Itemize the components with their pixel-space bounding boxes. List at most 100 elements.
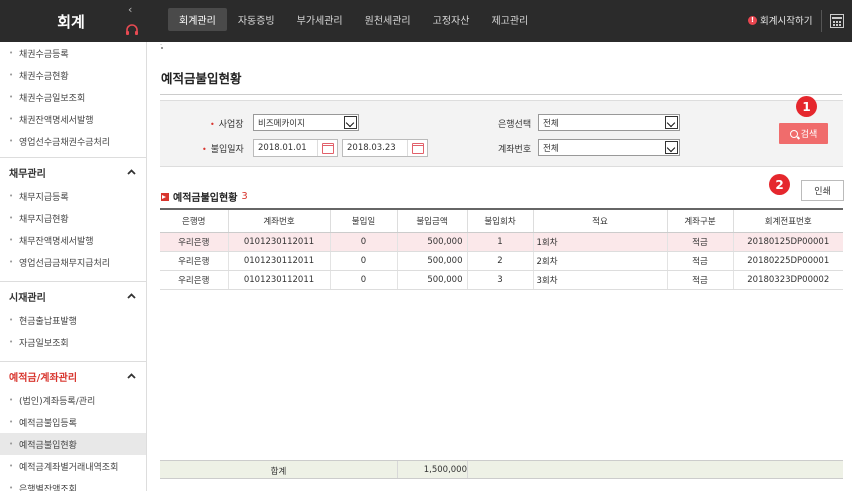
search-button[interactable]: 검색 — [779, 123, 828, 144]
sidebar-item[interactable]: 채무지급현황 — [0, 207, 146, 229]
table-cell: 우리은행 — [160, 232, 229, 252]
tab-auto-evidence[interactable]: 자동증빙 — [227, 8, 286, 31]
table-cell: 0 — [330, 270, 398, 290]
table-cell: 적금 — [667, 270, 734, 290]
chevron-down-icon — [665, 141, 678, 154]
sidebar-item[interactable]: 은행별잔액조회 — [0, 477, 146, 491]
sidebar-collapse-icon[interactable]: ‹ — [128, 3, 132, 16]
tab-accounting[interactable]: 회계관리 — [168, 8, 227, 31]
column-header[interactable]: 계좌번호 — [228, 208, 331, 233]
sidebar-item[interactable]: 채권수금일보조회 — [0, 86, 146, 108]
chevron-down-icon — [665, 116, 678, 129]
search-button-label: 검색 — [800, 130, 818, 140]
table-cell: 0101230112011 — [228, 270, 331, 290]
table-row[interactable]: 우리은행 0101230112011 0 500,000 1 1회차 적금 20… — [160, 232, 843, 252]
workplace-select[interactable]: 비즈메카이지 — [253, 114, 359, 131]
calendar-icon[interactable] — [317, 140, 337, 156]
sidebar-section-label: 채무관리 — [9, 169, 46, 180]
date-to-input[interactable]: 2018.03.23 — [342, 139, 428, 157]
table-cell: 적금 — [667, 232, 734, 252]
date-from-input[interactable]: 2018.01.01 — [253, 139, 338, 157]
chevron-down-icon — [344, 116, 357, 129]
page-title: 예적금불입현황 — [161, 71, 242, 86]
chevron-up-icon — [127, 293, 136, 299]
sidebar-section-debt[interactable]: 채무관리 — [0, 157, 146, 187]
column-header[interactable]: 계좌구분 — [667, 208, 734, 233]
table-header-row: 은행명 계좌번호 불입일 불입금액 불입회차 적요 계좌구분 회계전표번호 — [160, 208, 843, 233]
sidebar-item[interactable]: 채무잔액명세서발행 — [0, 229, 146, 251]
sidebar-section-cash[interactable]: 시재관리 — [0, 281, 146, 311]
sidebar-item[interactable]: 채권잔액명세서발행 — [0, 108, 146, 130]
required-icon: • — [202, 145, 207, 154]
bank-select[interactable]: 전체 — [538, 114, 680, 131]
date-value: 2018.01.01 — [258, 143, 307, 153]
headset-icon[interactable] — [125, 24, 139, 36]
table-cell: 우리은행 — [160, 251, 229, 271]
total-label: 합계 — [270, 467, 287, 477]
table-cell: 0 — [330, 251, 398, 271]
sidebar-item[interactable]: (법인)계좌등록/관리 — [0, 389, 146, 411]
sidebar-section-deposits[interactable]: 예적금/계좌관리 — [0, 361, 146, 391]
chevron-up-icon — [127, 373, 136, 379]
sidebar-item[interactable]: 채권수금현황 — [0, 64, 146, 86]
divider — [160, 94, 842, 95]
result-count: 3 — [241, 191, 248, 202]
main-content: - 예적금불입현황 • 사업장 비즈메카이지 • 불입일자 2018.01.01 2… — [147, 41, 852, 491]
sidebar-item[interactable]: 영업선급금채무지급처리 — [0, 251, 146, 273]
sidebar-item[interactable]: 채무지급등록 — [0, 185, 146, 207]
select-value: 비즈메카이지 — [258, 118, 305, 129]
print-button[interactable]: 인쇄 — [801, 180, 844, 201]
column-header[interactable]: 불입회차 — [467, 208, 534, 233]
search-panel: • 사업장 비즈메카이지 • 불입일자 2018.01.01 2018.03.23 … — [160, 100, 843, 167]
table-row[interactable]: 우리은행 0101230112011 0 500,000 3 3회차 적금 20… — [160, 270, 843, 290]
column-header[interactable]: 불입금액 — [397, 208, 468, 233]
account-select[interactable]: 전체 — [538, 139, 680, 156]
result-table: 은행명 계좌번호 불입일 불입금액 불입회차 적요 계좌구분 회계전표번호 우리… — [160, 208, 843, 290]
total-amount: 1,500,000 — [423, 465, 467, 475]
annotation-badge-1: 1 — [796, 96, 817, 117]
label-text: 사업장 — [218, 120, 244, 130]
column-header[interactable]: 회계전표번호 — [733, 208, 843, 233]
table-cell: 우리은행 — [160, 270, 229, 290]
table-cell: 1 — [467, 232, 534, 252]
tab-vat[interactable]: 부가세관리 — [286, 8, 354, 31]
sidebar-item-selected[interactable]: 예적금불입현황 — [0, 433, 146, 455]
table-cell: 0 — [330, 232, 398, 252]
calculator-icon[interactable] — [830, 14, 844, 28]
bank-label: 은행선택 — [498, 120, 532, 130]
sidebar: 채권수금등록 채권수금현황 채권수금일보조회 채권잔액명세서발행 영업선수금채권… — [0, 42, 147, 491]
table-cell: 0101230112011 — [228, 232, 331, 252]
alert-icon: ! — [748, 15, 757, 25]
chevron-up-icon — [127, 169, 136, 175]
tab-fixed-assets[interactable]: 고정자산 — [422, 8, 481, 31]
sidebar-item[interactable]: 채권수금등록 — [0, 42, 146, 64]
sidebar-item[interactable]: 예적금계좌별거래내역조회 — [0, 455, 146, 477]
column-header[interactable]: 적요 — [533, 208, 668, 233]
workplace-label: • 사업장 — [210, 117, 244, 130]
table-cell: 3회차 — [533, 270, 668, 290]
sidebar-section-label: 예적금/계좌관리 — [9, 373, 78, 384]
tab-inventory[interactable]: 제고관리 — [480, 8, 539, 31]
divider — [821, 10, 822, 32]
table-cell: 500,000 — [397, 251, 468, 271]
table-cell: 3 — [467, 270, 534, 290]
table-row[interactable]: 우리은행 0101230112011 0 500,000 2 2회차 적금 20… — [160, 251, 843, 271]
start-accounting-link[interactable]: ! 회계시작하기 — [748, 13, 812, 27]
sidebar-item[interactable]: 영업선수금채권수금처리 — [0, 130, 146, 152]
column-header[interactable]: 불입일 — [330, 208, 398, 233]
sidebar-item[interactable]: 자금일보조회 — [0, 331, 146, 353]
tab-withholding[interactable]: 원천세관리 — [354, 8, 422, 31]
divider — [467, 461, 468, 478]
table-cell: 2 — [467, 251, 534, 271]
sidebar-item[interactable]: 현금출납표발행 — [0, 309, 146, 331]
table-cell: 20180225DP00001 — [733, 251, 843, 271]
section-arrow-icon — [161, 192, 169, 201]
calendar-icon[interactable] — [407, 140, 427, 156]
column-header[interactable]: 은행명 — [160, 208, 229, 233]
sidebar-item[interactable]: 예적금불입등록 — [0, 411, 146, 433]
table-cell: 2회차 — [533, 251, 668, 271]
top-bar: 회계 ‹ 회계관리 자동증빙 부가세관리 원천세관리 고정자산 제고관리 ! 회… — [0, 0, 852, 42]
select-value: 전체 — [543, 143, 559, 154]
date-value: 2018.03.23 — [347, 143, 396, 153]
table-cell: 적금 — [667, 251, 734, 271]
